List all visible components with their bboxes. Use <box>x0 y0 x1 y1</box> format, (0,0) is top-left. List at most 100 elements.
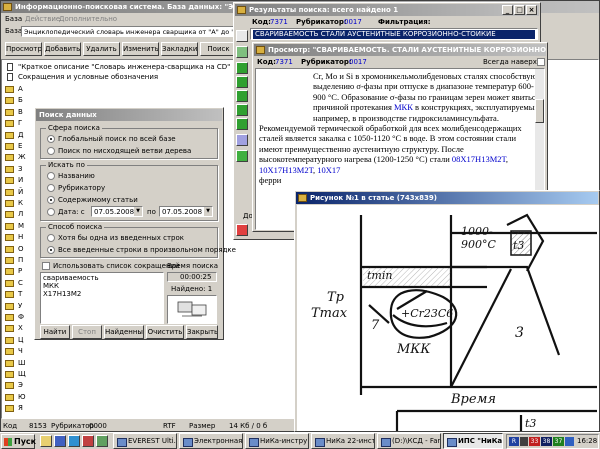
app-icon <box>256 46 265 54</box>
tray-lang-icon[interactable]: R <box>509 437 519 446</box>
add-button[interactable]: Добавить <box>44 42 81 56</box>
base-select[interactable]: Энциклопедический словарь инженера сварщ… <box>21 26 239 37</box>
tree-folder-27[interactable]: Ю <box>2 393 42 402</box>
tree-folder-28[interactable]: Я <box>2 404 42 413</box>
list-icon[interactable] <box>236 90 248 102</box>
viewer-title-bar[interactable]: Просмотр: "СВАРИВАЕМОСТЬ. СТАЛИ АУСТЕНИТ… <box>254 44 546 56</box>
task-nika-1[interactable]: НиКа-инстру... <box>245 433 309 449</box>
search-button[interactable]: Поиск <box>200 42 237 56</box>
stop-button[interactable]: Стоп <box>72 325 102 339</box>
clear-button[interactable]: Очистить <box>146 325 184 339</box>
menu-action[interactable]: Действие <box>25 15 60 23</box>
task-ips-nika[interactable]: ИПС "НиКа" <box>443 433 503 449</box>
radio-global-label: Глобальный поиск по всей базе <box>58 135 176 143</box>
quicklaunch-icon[interactable] <box>40 435 52 447</box>
quicklaunch-icon[interactable] <box>82 435 94 447</box>
radio-name[interactable] <box>47 172 55 180</box>
figure-label-three: 3 <box>515 325 524 341</box>
tray-sound-icon[interactable] <box>520 437 528 446</box>
radio-rubricator[interactable] <box>47 184 55 192</box>
tree-folder-1[interactable]: Б <box>2 96 42 105</box>
date-to-value: 07.05.2008 <box>162 208 203 216</box>
quicklaunch-icon[interactable] <box>54 435 66 447</box>
results-side-toolbar <box>236 28 250 238</box>
search-dialog-title-bar[interactable]: Поиск данных <box>36 109 222 121</box>
radio-content[interactable] <box>47 196 55 204</box>
radio-branch[interactable] <box>47 147 55 155</box>
article-link-steel-2[interactable]: 10Х17Н13М2Т <box>259 165 313 175</box>
search-icon[interactable] <box>236 30 248 42</box>
date-from-value: 07.05.2008 <box>94 208 135 216</box>
folder-icon <box>5 393 14 401</box>
radio-any[interactable] <box>47 234 55 242</box>
status-format: RTF <box>163 422 176 430</box>
task-everest[interactable]: EVEREST Ulti... <box>113 433 177 449</box>
time-value: 00:00:25 <box>180 273 212 281</box>
tree-folder-label: С <box>18 278 23 287</box>
article-link-steel-1[interactable]: 08Х17Н13М2Т <box>452 154 506 164</box>
task-far[interactable]: (D:)\КСД - Far <box>377 433 441 449</box>
date-to-field[interactable]: 07.05.2008 ▼ <box>159 206 213 217</box>
start-label: Пуск <box>14 437 37 446</box>
taskbar: Пуск EVEREST Ulti... Электронная... НиКа… <box>0 432 600 449</box>
tree-folder-label: П <box>18 256 24 264</box>
start-button[interactable]: Пуск <box>1 434 37 449</box>
task-electronic[interactable]: Электронная... <box>179 433 243 449</box>
date-from-field[interactable]: 07.05.2008 ▼ <box>91 206 143 217</box>
bookmarks-button[interactable]: Закладки <box>161 42 198 56</box>
results-list[interactable]: СВАРИВАЕМОСТЬ СТАЛИ АУСТЕНИТНЫЕ КОРРОЗИО… <box>250 28 538 40</box>
status-code-label: Код <box>3 422 18 430</box>
copy-icon[interactable] <box>236 134 248 146</box>
figure-canvas: 1000-900°С t3 tmin Tр Tmax 7 +Cr23C6 МКК… <box>297 205 599 431</box>
folder-icon <box>5 371 14 378</box>
found-button[interactable]: Найденные <box>104 325 144 339</box>
abbrev-checkbox[interactable] <box>42 262 50 270</box>
radio-all[interactable] <box>47 246 55 254</box>
list-icon[interactable] <box>236 104 248 116</box>
person-icon[interactable] <box>236 46 248 58</box>
close-button[interactable]: Закрыть <box>186 325 218 339</box>
menu-extra[interactable]: Дополнительно <box>59 15 117 23</box>
always-on-top-label: Всегда наверху <box>483 58 542 66</box>
query-textarea[interactable]: свариваемость МКК Х17Н13М2 <box>40 272 164 324</box>
find-button[interactable]: Найти <box>40 325 70 339</box>
article-link-steel-3[interactable]: 10Х17 <box>317 165 340 175</box>
search-dialog: Поиск данных Сфера поиска Глобальный пои… <box>34 107 236 340</box>
tree-folder-23[interactable]: Ч <box>2 347 42 356</box>
task-nika-2[interactable]: НиКа 22-инст... <box>311 433 375 449</box>
tree-folder-24[interactable]: Ш <box>2 359 42 368</box>
tree-folder-label: Г <box>18 119 23 128</box>
down-arrow-icon[interactable] <box>236 224 248 236</box>
tree-folder-0[interactable]: А <box>2 85 42 94</box>
results-title-bar[interactable]: Результаты поиска: всего найдено 1 _ □ × <box>235 4 539 16</box>
folder-icon <box>5 336 14 344</box>
quicklaunch-icon[interactable] <box>68 435 80 447</box>
radio-global[interactable] <box>47 135 55 143</box>
close-icon[interactable]: × <box>526 5 537 15</box>
scroll-thumb[interactable] <box>535 99 544 123</box>
list-icon[interactable] <box>236 62 248 74</box>
delete-button[interactable]: Удалить <box>83 42 120 56</box>
article-link-mkk[interactable]: МКК <box>394 102 413 112</box>
tree-folder-25[interactable]: Щ <box>2 370 42 379</box>
folder-icon <box>5 211 14 219</box>
base-label: База <box>5 27 23 35</box>
list-icon[interactable] <box>236 118 248 130</box>
maximize-icon[interactable]: □ <box>514 5 525 15</box>
quicklaunch-icon[interactable] <box>96 435 108 447</box>
forward-icon[interactable] <box>236 150 248 162</box>
tree-folder-26[interactable]: Э <box>2 381 42 390</box>
menu-base[interactable]: База <box>5 15 22 23</box>
radio-date[interactable] <box>47 208 55 216</box>
chevron-down-icon[interactable]: ▼ <box>204 207 212 216</box>
figure-title-bar[interactable]: Рисунок №1 в статье (743x839) <box>296 192 598 204</box>
edit-button[interactable]: Изменить <box>122 42 159 56</box>
minimize-icon[interactable]: _ <box>502 5 513 15</box>
list-icon[interactable] <box>236 76 248 88</box>
results-item[interactable]: СВАРИВАЕМОСТЬ СТАЛИ АУСТЕНИТНЫЕ КОРРОЗИО… <box>253 30 535 39</box>
viewer-rub: 0017 <box>349 58 367 66</box>
always-on-top-checkbox[interactable] <box>537 58 545 66</box>
tray-network-icon[interactable] <box>565 437 574 446</box>
view-button[interactable]: Просмотр <box>5 42 42 56</box>
chevron-down-icon[interactable]: ▼ <box>134 207 142 216</box>
